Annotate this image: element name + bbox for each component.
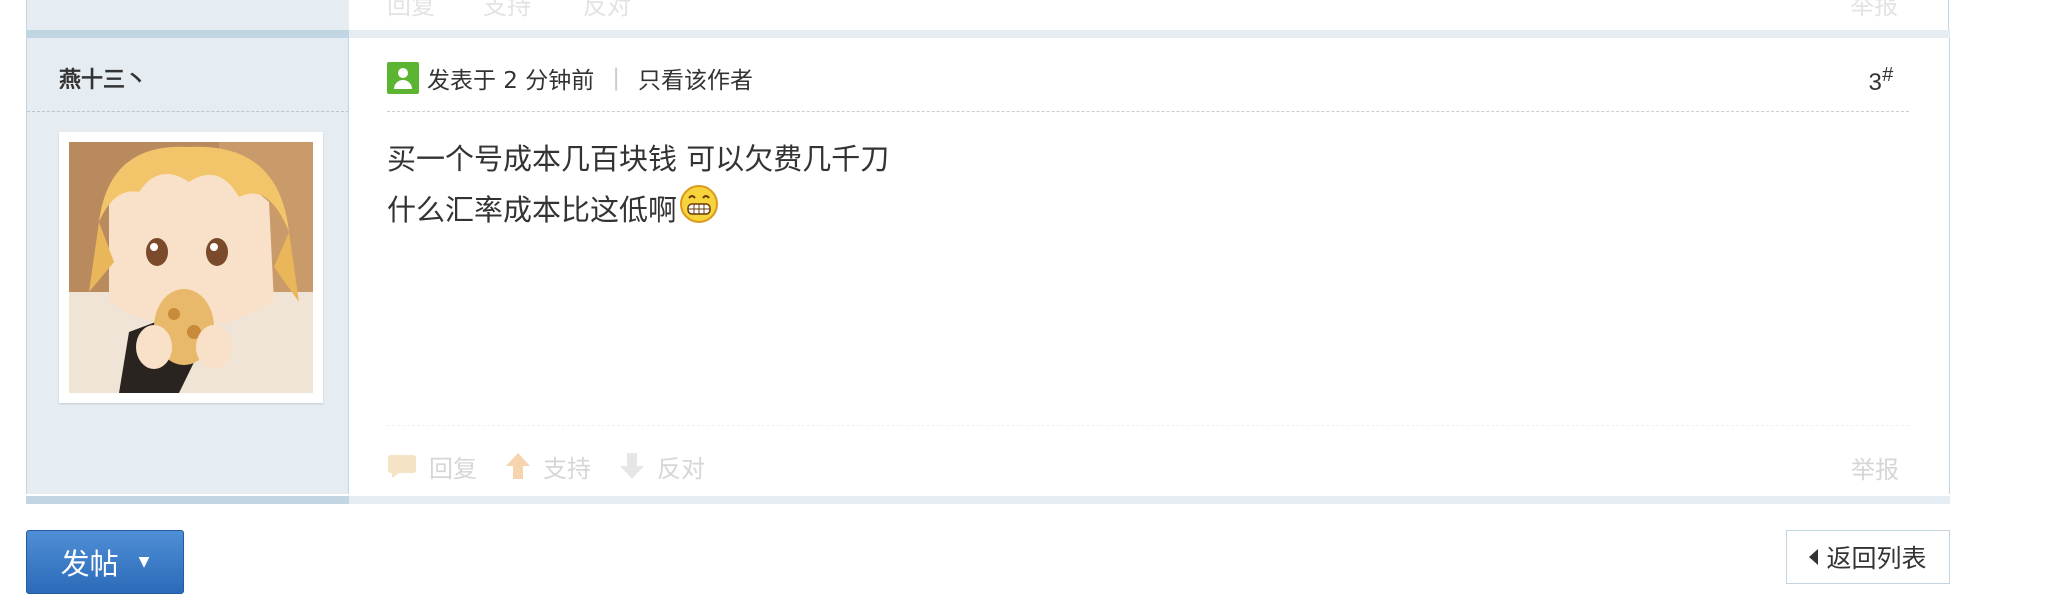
floor-number[interactable]: 3# [1869, 64, 1893, 97]
author-name[interactable]: 燕十三丶 [59, 62, 147, 94]
support-button[interactable]: 支持 [505, 449, 591, 484]
post-actions: 回复 支持 反对 [387, 448, 733, 484]
content-line-1: 买一个号成本几百块钱 可以欠费几千刀 [387, 142, 890, 176]
post-separator [26, 30, 1950, 38]
grin-smiley-icon [680, 185, 719, 223]
sidebar-divider [27, 111, 349, 112]
chevron-down-icon: ▼ [138, 554, 150, 570]
avatar[interactable] [59, 132, 323, 403]
user-online-icon [387, 62, 419, 94]
post-content: 买一个号成本几百块钱 可以欠费几千刀 什么汇率成本比这低啊 [387, 134, 889, 235]
content-line-2: 什么汇率成本比这低啊 [387, 184, 889, 235]
back-to-list-label: 返回列表 [1826, 544, 1927, 573]
post-floor-3: 燕十三丶 发表于 2 分钟前 | 只看该作者 3# 买一个号成本几百块钱 可以欠… [26, 38, 1950, 504]
content-line-2-text: 什么汇率成本比这低啊 [387, 193, 678, 227]
reply-icon [388, 455, 416, 478]
new-post-label: 发帖 [60, 547, 119, 581]
previous-reply-link[interactable]: 回复 [387, 0, 435, 21]
new-post-button[interactable]: 发帖 ▼ [26, 530, 184, 594]
oppose-label: 反对 [657, 454, 705, 483]
previous-post-main: 回复 支持 反对 举报 [349, 0, 1949, 30]
only-author-link[interactable]: 只看该作者 [638, 61, 753, 95]
floor-hash: # [1881, 64, 1893, 86]
triangle-left-icon [1809, 549, 1819, 565]
previous-oppose-link[interactable]: 反对 [583, 0, 631, 21]
avatar-image[interactable] [69, 142, 313, 393]
previous-post: 回复 支持 反对 举报 [26, 0, 1950, 30]
reply-button[interactable]: 回复 [387, 449, 477, 484]
report-link[interactable]: 举报 [1851, 450, 1899, 485]
post-main: 发表于 2 分钟前 | 只看该作者 3# 买一个号成本几百块钱 可以欠费几千刀 … [348, 38, 1950, 494]
post-meta: 发表于 2 分钟前 | 只看该作者 [387, 62, 753, 94]
post-time: 发表于 2 分钟前 [427, 68, 595, 94]
post-bottom-separator [26, 496, 1950, 504]
thumb-up-arrow-icon [506, 453, 530, 479]
previous-support-link[interactable]: 支持 [483, 0, 531, 21]
reply-label: 回复 [429, 454, 477, 483]
previous-report-link[interactable]: 举报 [1850, 0, 1898, 21]
support-label: 支持 [543, 454, 591, 483]
post-header-divider [387, 111, 1909, 112]
floor-number-value: 3 [1868, 69, 1882, 96]
back-to-list-button[interactable]: 返回列表 [1786, 530, 1950, 584]
oppose-button[interactable]: 反对 [619, 449, 705, 484]
post-footer-divider [387, 425, 1909, 426]
post-sidebar: 燕十三丶 [26, 38, 349, 494]
meta-pipe-divider: | [612, 65, 621, 91]
previous-post-sidebar [26, 0, 349, 30]
thumb-down-arrow-icon [620, 453, 644, 479]
